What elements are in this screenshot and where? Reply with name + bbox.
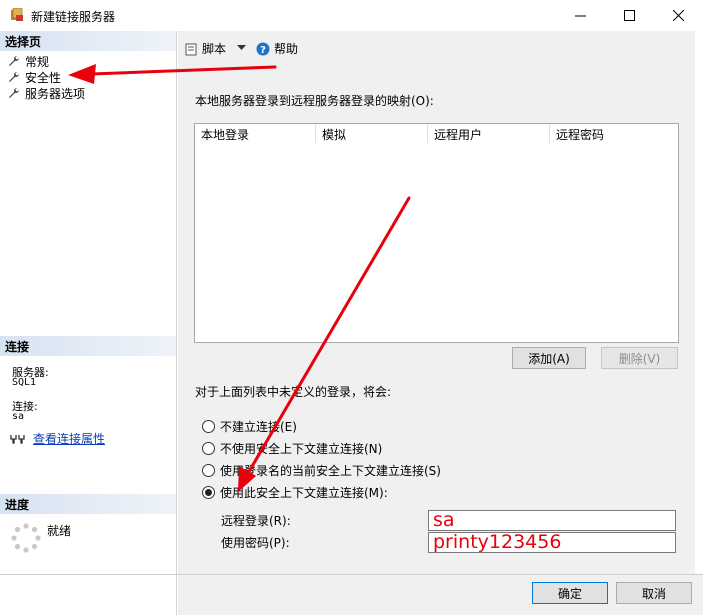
connection-properties-icon (10, 435, 25, 444)
option-no-security-context[interactable]: 不使用安全上下文建立连接(N) (202, 440, 382, 456)
column-header-impersonate[interactable]: 模拟 (316, 124, 428, 143)
password-label: 使用密码(P): (221, 536, 290, 550)
view-connection-properties-link[interactable]: 查看连接属性 (33, 430, 105, 447)
app-icon (11, 8, 23, 21)
connection-header: 连接 (0, 336, 176, 356)
window-edge (695, 31, 703, 574)
toolbar: 脚本 ? 帮助 (178, 31, 695, 64)
chevron-down-icon[interactable] (237, 45, 246, 51)
option-current-login-context[interactable]: 使用登录名的当前安全上下文建立连接(S) (202, 462, 441, 478)
script-button[interactable]: 脚本 (184, 40, 226, 57)
wrench-icon (9, 72, 19, 82)
column-header-local-login[interactable]: 本地登录 (195, 124, 316, 143)
minimize-button[interactable] (557, 0, 603, 31)
server-value: SQL1 (12, 377, 37, 388)
password-input[interactable]: printy123456 (428, 532, 676, 553)
column-header-remote-user[interactable]: 远程用户 (428, 124, 550, 143)
help-label: 帮助 (274, 42, 299, 56)
option-label: 使用登录名的当前安全上下文建立连接(S) (220, 463, 441, 478)
select-page-header: 选择页 (0, 31, 176, 51)
page-item-server-options[interactable]: 服务器选项 (8, 85, 85, 101)
window-title: 新建链接服务器 (31, 10, 116, 24)
login-mapping-label: 本地服务器登录到远程服务器登录的映射(O): (195, 94, 434, 108)
close-icon (672, 10, 684, 21)
content-pane: 脚本 ? 帮助 本地服务器登录到远程服务器登录的映射(O): 本地登录 模拟 远… (178, 31, 695, 574)
wrench-icon (9, 56, 19, 66)
remote-login-input[interactable]: sa (428, 510, 676, 531)
option-label: 使用此安全上下文建立连接(M): (220, 485, 388, 500)
radio-button[interactable] (202, 441, 215, 455)
maximize-button[interactable] (606, 0, 652, 31)
page-item-label: 常规 (25, 54, 50, 69)
connection-value: sa (12, 411, 25, 422)
radio-button[interactable] (202, 463, 215, 477)
script-label: 脚本 (202, 42, 227, 56)
progress-status: 就绪 (47, 524, 72, 538)
footer: 确定 取消 (178, 575, 703, 615)
svg-text:?: ? (260, 45, 266, 56)
page-item-label: 服务器选项 (25, 86, 86, 101)
script-icon (185, 43, 197, 55)
column-header-remote-password[interactable]: 远程密码 (550, 124, 678, 143)
spinner-icon (11, 523, 41, 553)
close-button[interactable] (655, 0, 701, 31)
login-mapping-grid[interactable]: 本地登录 模拟 远程用户 远程密码 (194, 123, 679, 343)
page-item-security[interactable]: 安全性 (8, 69, 61, 85)
cancel-button[interactable]: 取消 (616, 582, 692, 604)
undefined-logins-note: 对于上面列表中未定义的登录，将会: (195, 385, 392, 399)
ok-button[interactable]: 确定 (532, 582, 608, 604)
option-label: 不建立连接(E) (220, 419, 297, 434)
option-label: 不使用安全上下文建立连接(N) (220, 441, 383, 456)
progress-header: 进度 (0, 494, 176, 514)
option-this-security-context[interactable]: 使用此安全上下文建立连接(M): (202, 484, 388, 500)
help-button[interactable]: ? 帮助 (256, 40, 298, 57)
radio-button-selected[interactable] (202, 485, 215, 499)
wrench-icon (9, 88, 19, 98)
remove-button[interactable]: 删除(V) (601, 347, 678, 369)
radio-button[interactable] (202, 419, 215, 433)
help-icon: ? (256, 42, 270, 56)
maximize-icon (623, 10, 635, 21)
title-bar: 新建链接服务器 (0, 0, 703, 31)
page-item-label: 安全性 (25, 70, 62, 85)
minimize-icon (574, 15, 586, 17)
remote-login-label: 远程登录(R): (221, 514, 291, 528)
option-no-connection[interactable]: 不建立连接(E) (202, 418, 297, 434)
page-item-general[interactable]: 常规 (8, 53, 49, 69)
add-button[interactable]: 添加(A) (512, 347, 586, 369)
left-pane: 选择页 常规 安全性 服务器选项 连接 服务器: SQL1 连接: sa 查看连… (0, 31, 177, 615)
